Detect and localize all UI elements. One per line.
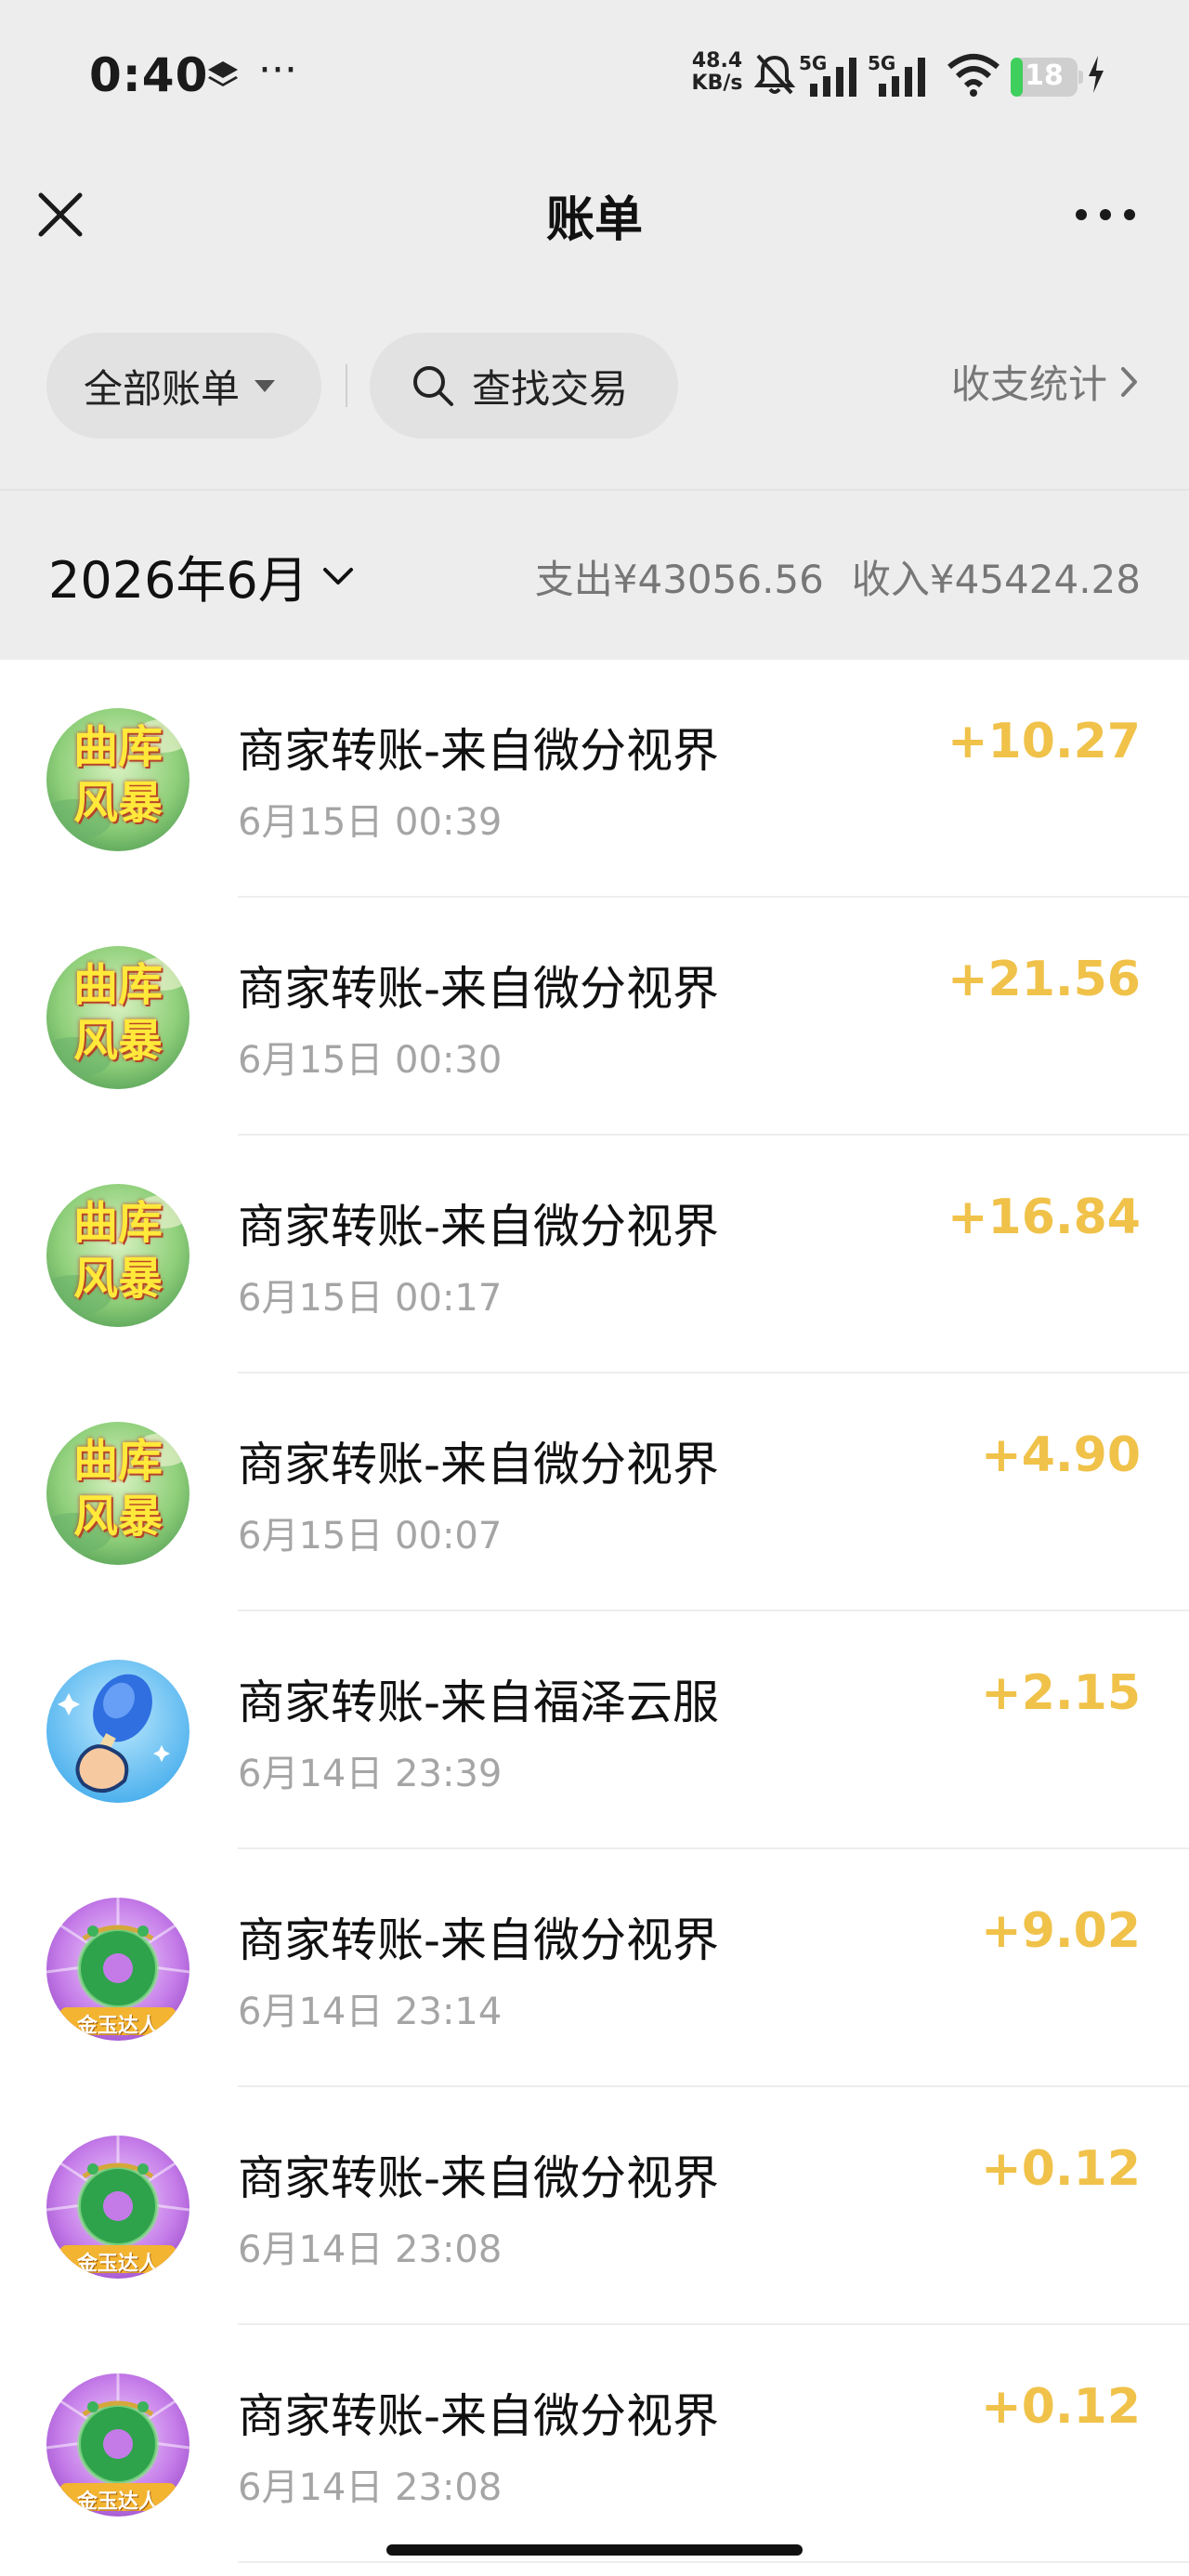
all-bills-filter-button[interactable]: 全部账单: [46, 333, 321, 439]
transaction-time: 6月14日 23:39: [238, 1753, 503, 1795]
transaction-amount: +0.12: [981, 2141, 1141, 2197]
chevron-right-icon: [1121, 366, 1137, 397]
row-divider: [238, 2561, 1189, 2563]
transaction-row[interactable]: 曲库 风暴 商家转账-来自微分视界 6月15日 00:17 +16.84: [0, 1136, 1189, 1373]
transaction-amount: +2.15: [981, 1665, 1141, 1721]
month-income: 收入¥45424.28: [851, 557, 1141, 602]
storm-avatar-text: 曲库 风暴: [72, 1197, 163, 1305]
transaction-title: 商家转账-来自微分视界: [238, 724, 720, 778]
status-bar: 0:40 ··· 48.4 KB/s 5G 5G 18: [0, 0, 1189, 139]
jade-avatar-text: 金玉达人: [76, 2253, 159, 2276]
transaction-title: 商家转账-来自微分视界: [238, 962, 720, 1016]
transaction-title: 商家转账-来自微分视界: [238, 1913, 720, 1967]
month-picker[interactable]: 2026年6月: [48, 539, 355, 612]
month-totals: 支出¥43056.56 收入¥45424.28: [507, 548, 1141, 605]
storm-avatar-text: 曲库 风暴: [72, 721, 163, 829]
network-speed-unit: KB/s: [691, 72, 743, 95]
transaction-amount: +9.02: [981, 1903, 1141, 1959]
transaction-title: 商家转账-来自微分视界: [238, 1438, 720, 1492]
all-bills-label: 全部账单: [84, 365, 241, 412]
battery-nub: [1078, 71, 1083, 84]
wifi-icon: [947, 54, 1000, 97]
transaction-title: 商家转账-来自微分视界: [238, 2389, 720, 2443]
merchant-avatar: 曲库 风暴: [46, 1422, 189, 1565]
network-speed-value: 48.4: [691, 49, 743, 72]
transaction-time: 6月15日 00:39: [238, 801, 503, 844]
storm-avatar-text: 曲库 风暴: [72, 1435, 163, 1543]
transaction-time: 6月15日 00:17: [238, 1277, 503, 1320]
transaction-title: 商家转账-来自福泽云服: [238, 1676, 720, 1729]
transaction-row[interactable]: 金玉达人 商家转账-来自微分视界 6月14日 23:08 +0.12: [0, 2087, 1189, 2325]
merchant-avatar: 曲库 风暴: [46, 946, 189, 1089]
page-title: 账单: [545, 192, 643, 248]
transaction-row[interactable]: 金玉达人 商家转账-来自微分视界 6月14日 23:08 +0.12: [0, 2325, 1189, 2563]
battery-level: 18: [1025, 59, 1064, 92]
signal-icon: [879, 58, 925, 97]
transaction-amount: +16.84: [947, 1189, 1141, 1245]
transaction-row[interactable]: 曲库 风暴 商家转账-来自微分视界 6月15日 00:07 +4.90: [0, 1373, 1189, 1611]
transaction-time: 6月15日 00:07: [238, 1515, 503, 1557]
filter-divider: [346, 364, 347, 407]
storm-avatar-text: 曲库 风暴: [72, 959, 163, 1067]
transaction-amount: +10.27: [947, 714, 1141, 769]
network-speed: 48.4 KB/s: [687, 50, 747, 95]
transaction-time: 6月14日 23:14: [238, 1991, 503, 2033]
transaction-time: 6月15日 00:30: [238, 1039, 503, 1082]
income-expense-stats-link[interactable]: 收支统计: [951, 353, 1141, 410]
month-expense: 支出¥43056.56: [534, 557, 824, 602]
transaction-amount: +0.12: [981, 2379, 1141, 2435]
transaction-row[interactable]: 曲库 风暴 商家转账-来自微分视界 6月15日 00:30 +21.56: [0, 898, 1189, 1136]
transaction-title: 商家转账-来自微分视界: [238, 1200, 720, 1254]
month-label: 2026年6月: [48, 551, 308, 610]
chevron-down-icon: [322, 567, 353, 585]
transaction-row[interactable]: 曲库 风暴 商家转账-来自微分视界 6月15日 00:39 +10.27: [0, 660, 1189, 898]
home-indicator: [386, 2544, 803, 2556]
merchant-avatar: 曲库 风暴: [46, 708, 189, 851]
month-summary-bar: 2026年6月 支出¥43056.56 收入¥45424.28: [0, 489, 1189, 660]
search-icon: [413, 366, 453, 406]
layers-icon: [208, 61, 238, 86]
transaction-amount: +21.56: [947, 952, 1141, 1007]
more-icon[interactable]: [1068, 182, 1143, 247]
merchant-avatar: [46, 1660, 189, 1803]
merchant-avatar: 金玉达人: [46, 2136, 189, 2279]
transaction-time: 6月14日 23:08: [238, 2466, 503, 2509]
caret-down-icon: [255, 380, 276, 392]
transaction-title: 商家转账-来自微分视界: [238, 2151, 720, 2205]
search-transactions-button[interactable]: 查找交易: [370, 333, 678, 439]
status-time: 0:40: [89, 48, 209, 102]
transaction-row[interactable]: 金玉达人 商家转账-来自微分视界 6月14日 23:14 +9.02: [0, 1849, 1189, 2087]
title-bar: 账单: [0, 149, 1189, 279]
transaction-time: 6月14日 23:08: [238, 2228, 503, 2271]
bell-muted-icon: [753, 54, 796, 95]
transaction-list: 曲库 风暴 商家转账-来自微分视界 6月15日 00:39 +10.27 曲库 …: [0, 660, 1189, 2563]
jade-avatar-text: 金玉达人: [76, 2491, 159, 2514]
merchant-avatar: 曲库 风暴: [46, 1184, 189, 1327]
battery-indicator: 18: [1011, 58, 1083, 97]
more-notifications-icon: ···: [258, 46, 297, 94]
transaction-amount: +4.90: [981, 1427, 1141, 1483]
signal-icon: [810, 58, 856, 97]
transaction-row[interactable]: 商家转账-来自福泽云服 6月14日 23:39 +2.15: [0, 1611, 1189, 1849]
stats-label: 收支统计: [950, 361, 1107, 407]
merchant-avatar: 金玉达人: [46, 1898, 189, 2041]
charging-icon: [1089, 56, 1104, 93]
merchant-avatar: 金玉达人: [46, 2373, 189, 2517]
popsicle-avatar-art: [46, 1660, 189, 1803]
jade-avatar-text: 金玉达人: [76, 2015, 159, 2038]
search-label: 查找交易: [472, 365, 629, 412]
